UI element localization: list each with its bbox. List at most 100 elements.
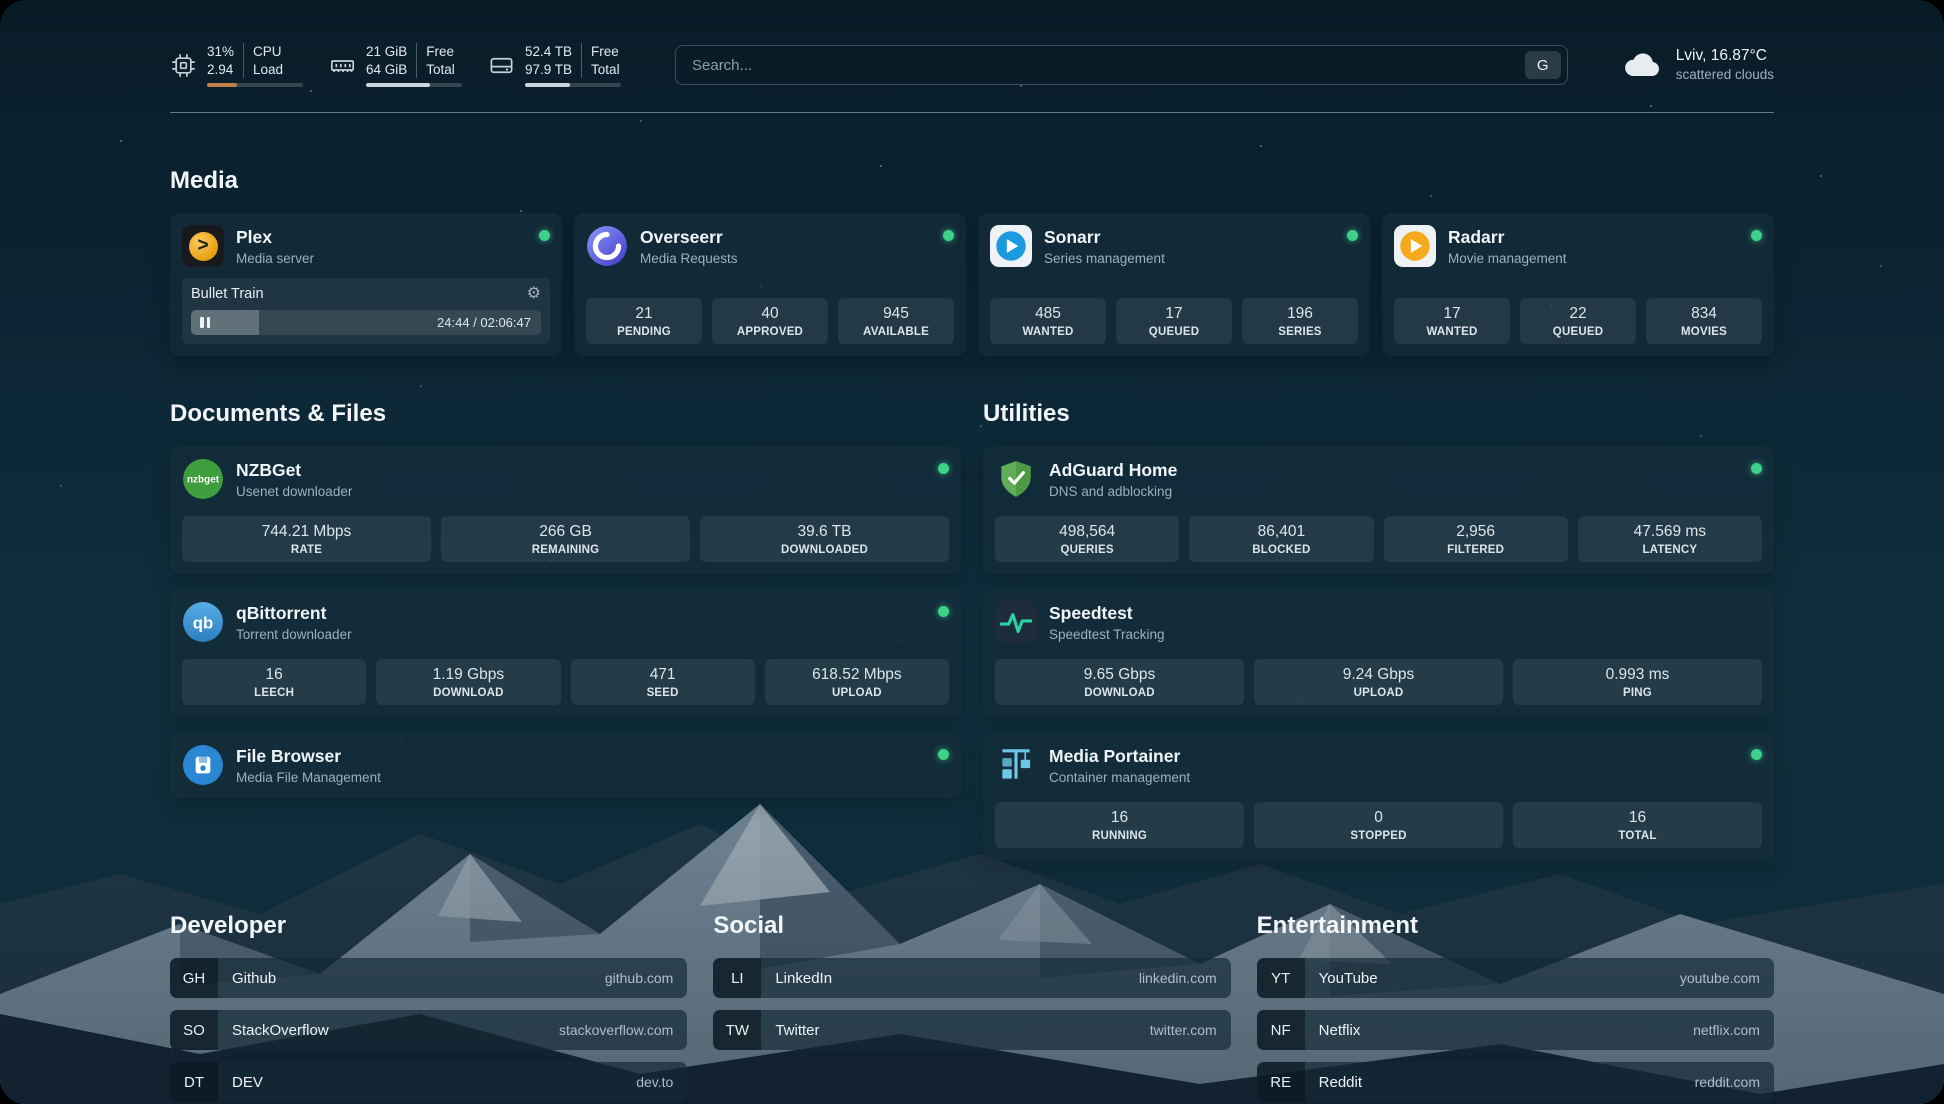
status-dot xyxy=(943,230,954,241)
memory-total-label: Total xyxy=(426,61,455,79)
stat-box: 16RUNNING xyxy=(995,802,1244,848)
bookmark-abbr: RE xyxy=(1257,1062,1305,1102)
status-dot xyxy=(1347,230,1358,241)
section-title-entertainment: Entertainment xyxy=(1257,912,1774,940)
playback-progress-bar: 24:44 / 02:06:47 xyxy=(191,310,541,335)
bookmark-name: Reddit xyxy=(1319,1074,1362,1091)
cpu-progress-bar xyxy=(207,83,303,87)
cpu-load-label: Load xyxy=(253,61,283,79)
service-subtitle: Usenet downloader xyxy=(236,484,352,499)
disk-labels: Free Total xyxy=(591,43,620,78)
dashboard-screen: 31% 2.94 CPU Load xyxy=(0,0,1944,1104)
service-name: Sonarr xyxy=(1044,227,1165,248)
service-stats: 9.65 GbpsDOWNLOAD 9.24 GbpsUPLOAD 0.993 … xyxy=(995,659,1762,705)
status-dot xyxy=(1751,230,1762,241)
bookmark-url: twitter.com xyxy=(1150,1022,1217,1038)
memory-progress-bar xyxy=(366,83,462,87)
cpu-label: CPU xyxy=(253,43,283,61)
memory-widget: 21 GiB 64 GiB Free Total xyxy=(329,43,462,87)
bookmark-url: linkedin.com xyxy=(1139,970,1217,986)
stat-box: 0STOPPED xyxy=(1254,802,1503,848)
service-name: qBittorrent xyxy=(236,603,352,624)
service-name: Media Portainer xyxy=(1049,746,1190,767)
service-link-nzbget[interactable]: nzbget NZBGet Usenet downloader xyxy=(182,458,949,500)
service-subtitle: Media server xyxy=(236,251,314,266)
service-stats: 744.21 MbpsRATE 266 GBREMAINING 39.6 TBD… xyxy=(182,516,949,562)
service-stats: 498,564QUERIES 86,401BLOCKED 2,956FILTER… xyxy=(995,516,1762,562)
speedtest-icon xyxy=(995,601,1037,643)
service-link-qbittorrent[interactable]: qb qBittorrent Torrent downloader xyxy=(182,601,949,643)
search-provider-button[interactable]: G xyxy=(1525,51,1561,79)
pause-icon[interactable] xyxy=(200,317,210,328)
service-stats: 21PENDING 40APPROVED 945AVAILABLE xyxy=(586,298,954,344)
weather-condition: scattered clouds xyxy=(1676,66,1774,84)
memory-labels: Free Total xyxy=(426,43,455,78)
bookmark-abbr: LI xyxy=(713,958,761,998)
bookmark-reddit[interactable]: RE Reddit reddit.com xyxy=(1257,1062,1774,1102)
bookmark-abbr: TW xyxy=(713,1010,761,1050)
bookmark-url: github.com xyxy=(605,970,673,986)
service-link-plex[interactable]: > Plex Media server xyxy=(182,225,550,267)
service-card-nzbget: nzbget NZBGet Usenet downloader 744.21 M… xyxy=(170,446,961,574)
bookmark-name: Netflix xyxy=(1319,1022,1361,1039)
service-link-overseerr[interactable]: Overseerr Media Requests xyxy=(586,225,954,267)
stat-box: 22QUEUED xyxy=(1520,298,1636,344)
stat-box: 834MOVIES xyxy=(1646,298,1762,344)
service-card-sonarr: Sonarr Series management 485WANTED 17QUE… xyxy=(978,213,1370,356)
status-dot xyxy=(938,749,949,760)
bookmark-github[interactable]: GH Github github.com xyxy=(170,958,687,998)
stat-box: 485WANTED xyxy=(990,298,1106,344)
service-card-qbittorrent: qb qBittorrent Torrent downloader 16LEEC… xyxy=(170,589,961,717)
bookmark-netflix[interactable]: NF Netflix netflix.com xyxy=(1257,1010,1774,1050)
service-link-speedtest[interactable]: Speedtest Speedtest Tracking xyxy=(995,601,1762,643)
plex-now-playing: Bullet Train ⚙ 24:44 / 02:06:47 xyxy=(182,278,550,344)
service-link-sonarr[interactable]: Sonarr Series management xyxy=(990,225,1358,267)
section-title-utilities: Utilities xyxy=(983,400,1774,428)
filebrowser-icon xyxy=(182,744,224,786)
service-link-filebrowser[interactable]: File Browser Media File Management xyxy=(182,744,949,786)
stat-box: 39.6 TBDOWNLOADED xyxy=(700,516,949,562)
service-link-adguard[interactable]: AdGuard Home DNS and adblocking xyxy=(995,458,1762,500)
cloud-icon xyxy=(1622,50,1664,80)
service-card-radarr: Radarr Movie management 17WANTED 22QUEUE… xyxy=(1382,213,1774,356)
cpu-values: 31% 2.94 xyxy=(207,43,234,78)
section-title-social: Social xyxy=(713,912,1230,940)
bookmark-url: dev.to xyxy=(636,1074,673,1090)
service-subtitle: Series management xyxy=(1044,251,1165,266)
stat-box: 744.21 MbpsRATE xyxy=(182,516,431,562)
header-divider xyxy=(170,112,1774,113)
cpu-labels: CPU Load xyxy=(253,43,283,78)
service-link-portainer[interactable]: Media Portainer Container management xyxy=(995,744,1762,786)
bookmark-url: netflix.com xyxy=(1693,1022,1760,1038)
service-card-portainer: Media Portainer Container management 16R… xyxy=(983,732,1774,860)
bookmark-name: StackOverflow xyxy=(232,1022,329,1039)
memory-free-label: Free xyxy=(426,43,455,61)
bookmark-twitter[interactable]: TW Twitter twitter.com xyxy=(713,1010,1230,1050)
bookmark-dev[interactable]: DT DEV dev.to xyxy=(170,1062,687,1102)
bookmark-youtube[interactable]: YT YouTube youtube.com xyxy=(1257,958,1774,998)
top-bar: 31% 2.94 CPU Load xyxy=(170,34,1774,96)
sonarr-icon xyxy=(990,225,1032,267)
service-link-radarr[interactable]: Radarr Movie management xyxy=(1394,225,1762,267)
bookmark-linkedin[interactable]: LI LinkedIn linkedin.com xyxy=(713,958,1230,998)
stat-box: 2,956FILTERED xyxy=(1384,516,1568,562)
gear-icon[interactable]: ⚙ xyxy=(527,286,541,302)
disk-icon xyxy=(488,52,515,79)
now-playing-title: Bullet Train xyxy=(191,286,264,302)
stat-box: 618.52 MbpsUPLOAD xyxy=(765,659,949,705)
service-subtitle: Torrent downloader xyxy=(236,627,352,642)
search-bar: G xyxy=(675,45,1568,85)
divider xyxy=(416,43,417,78)
bookmarks-grid: Developer GH Github github.com SO StackO… xyxy=(170,912,1774,1102)
bookmark-stackoverflow[interactable]: SO StackOverflow stackoverflow.com xyxy=(170,1010,687,1050)
search-input[interactable] xyxy=(690,56,1525,75)
service-subtitle: Media File Management xyxy=(236,770,381,785)
service-subtitle: DNS and adblocking xyxy=(1049,484,1177,499)
status-dot xyxy=(938,463,949,474)
memory-icon xyxy=(329,52,356,79)
bookmark-name: Github xyxy=(232,970,276,987)
bookmark-abbr: NF xyxy=(1257,1010,1305,1050)
service-name: Radarr xyxy=(1448,227,1567,248)
status-dot xyxy=(938,606,949,617)
stat-box: 9.24 GbpsUPLOAD xyxy=(1254,659,1503,705)
